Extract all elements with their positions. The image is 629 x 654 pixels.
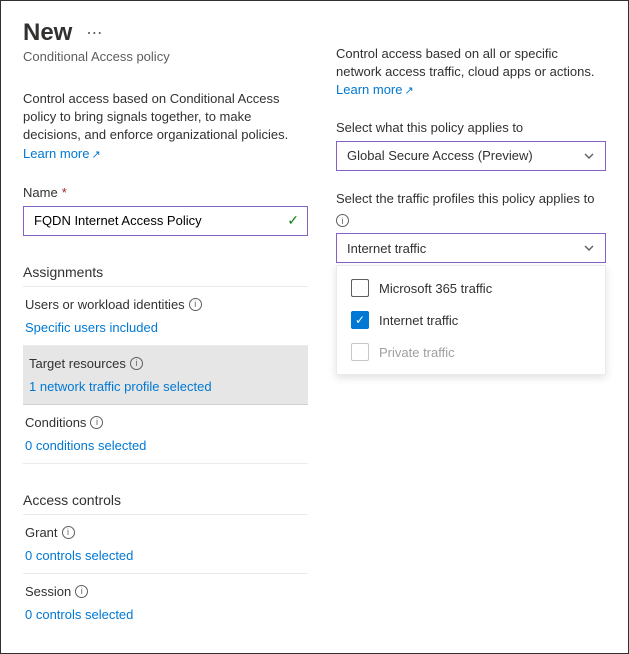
grant-value[interactable]: 0 controls selected xyxy=(25,548,306,563)
required-asterisk: * xyxy=(62,185,67,200)
conditions-row[interactable]: Conditions i 0 conditions selected xyxy=(23,405,308,464)
applies-to-select[interactable]: Global Secure Access (Preview) xyxy=(336,141,606,171)
traffic-profiles-select[interactable]: Internet traffic xyxy=(336,233,606,263)
external-link-icon: ↗ xyxy=(91,149,100,161)
session-row[interactable]: Session i 0 controls selected xyxy=(23,574,308,632)
checkbox-icon xyxy=(351,279,369,297)
applies-to-value: Global Secure Access (Preview) xyxy=(347,148,533,163)
learn-more-link-right[interactable]: Learn more↗ xyxy=(336,82,414,97)
page-subtitle: Conditional Access policy xyxy=(23,49,308,64)
assignments-heading: Assignments xyxy=(23,264,308,287)
traffic-profiles-label: Select the traffic profiles this policy … xyxy=(336,191,606,206)
conditions-value[interactable]: 0 conditions selected xyxy=(25,438,306,453)
info-icon[interactable]: i xyxy=(62,526,75,539)
info-icon[interactable]: i xyxy=(189,298,202,311)
users-value[interactable]: Specific users included xyxy=(25,320,306,335)
users-row[interactable]: Users or workload identities i Specific … xyxy=(23,287,308,346)
name-input-wrapper: ✓ xyxy=(23,206,308,236)
option-m365-traffic[interactable]: Microsoft 365 traffic xyxy=(337,272,605,304)
target-label: Target resources i xyxy=(29,356,302,371)
access-controls-heading: Access controls xyxy=(23,492,308,515)
left-column: New ⋯ Conditional Access policy Control … xyxy=(23,19,308,635)
left-description: Control access based on Conditional Acce… xyxy=(23,90,308,163)
session-label: Session i xyxy=(25,584,306,599)
checkbox-disabled-icon xyxy=(351,343,369,361)
name-input[interactable] xyxy=(32,212,287,229)
chevron-down-icon xyxy=(583,150,595,162)
right-column: Control access based on all or specific … xyxy=(336,19,606,635)
conditions-label: Conditions i xyxy=(25,415,306,430)
title-row: New ⋯ xyxy=(23,19,308,47)
info-icon[interactable]: i xyxy=(90,416,103,429)
name-label: Name * xyxy=(23,185,308,200)
traffic-profiles-value: Internet traffic xyxy=(347,241,426,256)
users-label: Users or workload identities i xyxy=(25,297,306,312)
external-link-icon: ↗ xyxy=(404,85,413,97)
chevron-down-icon xyxy=(583,242,595,254)
grant-label: Grant i xyxy=(25,525,306,540)
option-internet-traffic[interactable]: ✓ Internet traffic xyxy=(337,304,605,336)
traffic-profiles-dropdown: Microsoft 365 traffic ✓ Internet traffic… xyxy=(336,265,606,375)
info-icon[interactable]: i xyxy=(75,585,88,598)
target-resources-row[interactable]: Target resources i 1 network traffic pro… xyxy=(23,346,308,405)
applies-to-label: Select what this policy applies to xyxy=(336,120,606,135)
learn-more-link-left[interactable]: Learn more↗ xyxy=(23,146,101,161)
conditional-access-panel: New ⋯ Conditional Access policy Control … xyxy=(0,0,629,654)
checkmark-icon: ✓ xyxy=(287,212,299,229)
session-value[interactable]: 0 controls selected xyxy=(25,607,306,622)
more-actions-icon[interactable]: ⋯ xyxy=(86,23,103,43)
info-icon[interactable]: i xyxy=(336,214,349,227)
grant-row[interactable]: Grant i 0 controls selected xyxy=(23,515,308,574)
page-title: New xyxy=(23,19,72,47)
info-icon[interactable]: i xyxy=(130,357,143,370)
checkbox-checked-icon: ✓ xyxy=(351,311,369,329)
option-private-traffic: Private traffic xyxy=(337,336,605,368)
target-value[interactable]: 1 network traffic profile selected xyxy=(29,379,302,394)
right-description: Control access based on all or specific … xyxy=(336,45,606,100)
